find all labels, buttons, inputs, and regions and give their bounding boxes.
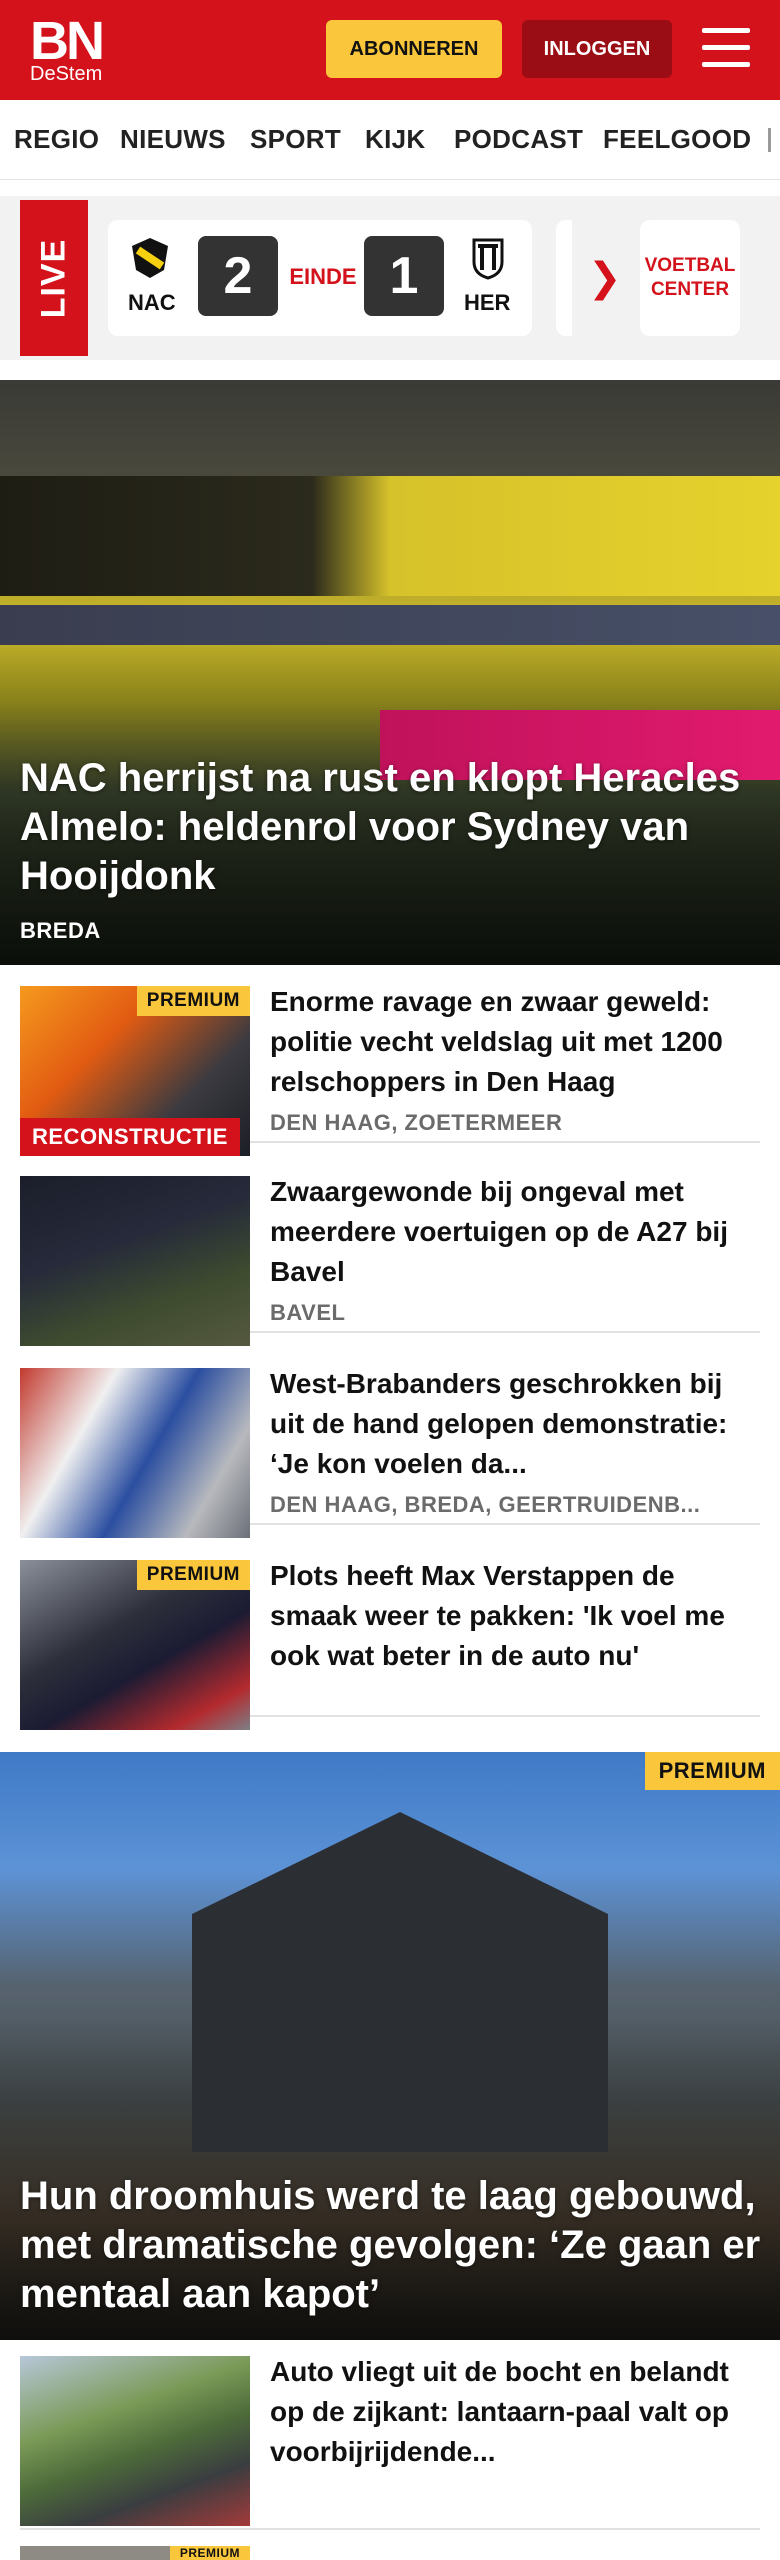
- feature-title: Hun droomhuis werd te laag gebouwd, met …: [20, 2174, 761, 2316]
- feature-image-house: [192, 1812, 608, 2152]
- subscribe-button[interactable]: ABONNEREN: [326, 20, 502, 78]
- logo-sub-text: DeStem: [30, 63, 103, 85]
- away-team-code: HER: [464, 290, 511, 315]
- nav-item-nieuws[interactable]: NIEUWS: [120, 124, 226, 155]
- voetbal-center-line2: CENTER: [650, 279, 730, 300]
- hero-location: BREDA: [20, 918, 101, 943]
- article-item[interactable]: PREMIUM RECONSTRUCTIE Enorme ravage en z…: [20, 970, 760, 1156]
- article-thumbnail[interactable]: PREMIUM: [20, 2546, 250, 2560]
- site-logo[interactable]: BN DeStem: [30, 11, 105, 85]
- nav-item-podcast[interactable]: PODCAST: [454, 124, 583, 155]
- section-nav: REGIO NIEUWS SPORT KIJK PODCAST FEELGOOD: [0, 100, 780, 180]
- heracles-crest-icon: [472, 238, 504, 280]
- home-team-code: NAC: [128, 290, 176, 315]
- live-label: LIVE: [20, 200, 88, 356]
- feature-article[interactable]: PREMIUM Hun droomhuis werd te laag gebou…: [0, 1752, 780, 2340]
- nav-item-regio[interactable]: REGIO: [14, 124, 99, 155]
- live-label-text: LIVE: [34, 238, 73, 318]
- voetbal-center-line1: VOETBAL: [644, 255, 736, 276]
- hero-image-strip: [0, 605, 780, 645]
- article-item[interactable]: Auto vliegt uit de bocht en belandt op d…: [20, 2340, 760, 2530]
- nav-overflow-indicator: [768, 128, 771, 152]
- article-thumbnail: [20, 1368, 250, 1538]
- reconstructie-badge: RECONSTRUCTIE: [20, 1118, 240, 1156]
- hero-title: NAC herrijst na rust en klopt Heracles A…: [20, 756, 741, 898]
- article-title: Plots heeft Max Verstappen de smaak weer…: [270, 1560, 725, 1671]
- hamburger-menu-icon[interactable]: [702, 26, 750, 70]
- match-card[interactable]: NAC 2 EINDE 1 HER: [108, 220, 532, 336]
- nac-crest-icon: [132, 238, 168, 278]
- article-location: DEN HAAG, BREDA, GEERTRUIDENB...: [270, 1492, 701, 1517]
- article-item[interactable]: Zwaargewonde bij ongeval met meerdere vo…: [20, 1160, 760, 1346]
- chevron-right-icon[interactable]: ❯: [588, 258, 622, 298]
- premium-badge: PREMIUM: [136, 986, 250, 1016]
- hero-image-banner: [0, 476, 780, 596]
- nav-item-kijk[interactable]: KIJK: [365, 124, 425, 155]
- nav-item-sport[interactable]: SPORT: [250, 124, 341, 155]
- article-item[interactable]: West-Brabanders geschrokken bij uit de h…: [20, 1352, 760, 1538]
- article-thumbnail: [20, 2356, 250, 2526]
- login-button[interactable]: INLOGGEN: [522, 20, 672, 78]
- home-score: 2: [198, 236, 278, 316]
- article-thumbnail: [20, 1176, 250, 1346]
- hero-article[interactable]: NAC herrijst na rust en klopt Heracles A…: [0, 380, 780, 965]
- next-match-card-stub[interactable]: [556, 220, 572, 336]
- logo-main-text: BN: [30, 11, 105, 71]
- article-title: West-Brabanders geschrokken bij uit de h…: [270, 1368, 728, 1479]
- voetbal-center-link[interactable]: VOETBAL CENTER: [640, 220, 740, 336]
- premium-badge: PREMIUM: [644, 1752, 780, 1790]
- article-location: DEN HAAG, ZOETERMEER: [270, 1110, 563, 1135]
- article-title: Enorme ravage en zwaar geweld: politie v…: [270, 986, 723, 1097]
- article-thumbnail: PREMIUM: [20, 1560, 250, 1730]
- premium-badge: PREMIUM: [136, 1560, 250, 1590]
- premium-badge: PREMIUM: [169, 2546, 250, 2560]
- article-title: Zwaargewonde bij ongeval met meerdere vo…: [270, 1176, 728, 1287]
- top-bar: BN DeStem ABONNEREN INLOGGEN: [0, 0, 780, 100]
- article-location: BAVEL: [270, 1300, 346, 1325]
- live-score-strip: LIVE NAC 2 EINDE 1 HER ❯ VOETBAL CENTER: [0, 196, 780, 360]
- nav-item-feelgood[interactable]: FEELGOOD: [603, 124, 751, 155]
- match-status: EINDE: [289, 264, 357, 289]
- article-thumbnail: PREMIUM RECONSTRUCTIE: [20, 986, 250, 1156]
- article-item[interactable]: PREMIUM Plots heeft Max Verstappen de sm…: [20, 1544, 760, 1730]
- article-title: Auto vliegt uit de bocht en belandt op d…: [270, 2356, 729, 2467]
- away-score: 1: [364, 236, 444, 316]
